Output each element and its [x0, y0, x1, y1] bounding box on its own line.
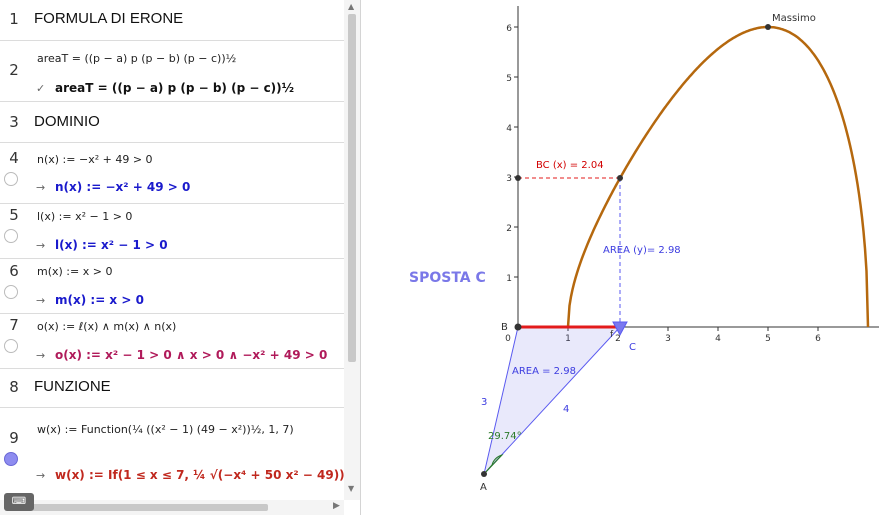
arrow-icon: → [36, 349, 46, 362]
definition-areaT[interactable]: areaT = ((p − a) p (p − b) (p − c))½ [37, 52, 236, 65]
visibility-toggle[interactable] [4, 285, 18, 299]
triangle-ABC[interactable] [483, 326, 622, 476]
side-b-label: 4 [563, 404, 569, 415]
row-number: 2 [9, 61, 19, 79]
result-m: m(x) := x > 0 [55, 293, 144, 307]
row-number: 7 [9, 316, 19, 334]
x-tick-label: 3 [665, 334, 671, 344]
vertical-scrollbar[interactable]: ▲ ▼ [344, 0, 360, 500]
arrow-icon: → [36, 469, 46, 482]
visibility-toggle[interactable] [4, 452, 18, 466]
text-formula-di-erone[interactable]: FORMULA DI ERONE [34, 10, 183, 27]
definition-w[interactable]: w(x) := Function(¼ ((x² − 1) (49 − x²))½… [37, 423, 294, 436]
algebra-row-1[interactable]: 1 FORMULA DI ERONE [0, 0, 344, 41]
scroll-down-icon[interactable]: ▼ [348, 484, 354, 493]
algebra-row-8[interactable]: 8 FUNZIONE [0, 369, 344, 408]
result-n: n(x) := −x² + 49 > 0 [55, 180, 191, 194]
point-B-label: B [501, 322, 508, 333]
algebra-row-7[interactable]: 7 o(x) := ℓ(x) ∧ m(x) ∧ n(x) → o(x) := x… [0, 314, 344, 369]
scroll-thumb[interactable] [348, 14, 356, 362]
origin-label: 0 [505, 334, 511, 344]
scroll-thumb-horizontal[interactable] [32, 504, 268, 511]
x-tick-label: 5 [765, 334, 771, 344]
x-tick-label: 6 [815, 334, 821, 344]
scroll-up-icon[interactable]: ▲ [348, 2, 354, 11]
algebra-row-9[interactable]: 9 w(x) := Function(¼ ((x² − 1) (49 − x²)… [0, 408, 345, 500]
point-y-axis[interactable] [515, 175, 521, 181]
algebra-row-3[interactable]: 3 DOMINIO [0, 102, 344, 143]
result-o: o(x) := x² − 1 > 0 ∧ x > 0 ∧ −x² + 49 > … [55, 348, 328, 362]
graphics-canvas[interactable]: 1 2 3 4 5 6 0 1 2 3 4 5 6 29.74 [361, 0, 879, 515]
text-dominio[interactable]: DOMINIO [34, 113, 100, 130]
horizontal-scrollbar[interactable]: ◀ ▶ [0, 500, 344, 515]
definition-l[interactable]: l(x) := x² − 1 > 0 [37, 210, 132, 223]
algebra-row-4[interactable]: 4 n(x) := −x² + 49 > 0 → n(x) := −x² + 4… [0, 143, 344, 204]
point-A[interactable] [481, 471, 487, 477]
side-a-label: 3 [481, 397, 487, 408]
x-tick-label: 4 [715, 334, 721, 344]
arrow-icon: → [36, 181, 46, 194]
result-areaT: areaT = ((p − a) p (p − b) (p − c))½ [55, 81, 295, 95]
text-funzione[interactable]: FUNZIONE [34, 378, 111, 395]
row-number: 9 [9, 429, 19, 447]
y-tick-label: 5 [506, 74, 512, 84]
scroll-right-icon[interactable]: ▶ [333, 501, 340, 511]
algebra-row-6[interactable]: 6 m(x) := x > 0 → m(x) := x > 0 [0, 259, 344, 314]
area-label: AREA = 2.98 [512, 366, 576, 377]
point-on-curve[interactable] [617, 175, 623, 181]
visibility-toggle[interactable] [4, 172, 18, 186]
definition-m[interactable]: m(x) := x > 0 [37, 265, 112, 278]
row-number: 3 [9, 113, 19, 131]
result-l: l(x) := x² − 1 > 0 [55, 238, 168, 252]
algebra-view: 1 FORMULA DI ERONE 2 areaT = ((p − a) p … [0, 0, 361, 515]
row-number: 6 [9, 262, 19, 280]
area-y-label: AREA (y)= 2.98 [603, 245, 681, 256]
row-number: 4 [9, 149, 19, 167]
point-C-label: C [629, 342, 636, 353]
y-tick-label: 3 [506, 174, 512, 184]
graphics-view[interactable]: 1 2 3 4 5 6 0 1 2 3 4 5 6 29.74 [361, 0, 879, 515]
row-number: 1 [9, 10, 19, 28]
y-tick-label: 2 [506, 224, 512, 234]
bc-label: BC (x) = 2.04 [536, 160, 604, 171]
row-number: 8 [9, 378, 19, 396]
y-tick-label: 4 [506, 124, 512, 134]
arrow-icon: → [36, 239, 46, 252]
algebra-row-5[interactable]: 5 l(x) := x² − 1 > 0 → l(x) := x² − 1 > … [0, 204, 344, 259]
keyboard-icon[interactable]: ⌨ [4, 493, 34, 511]
angle-label: 29.74° [488, 431, 522, 442]
sposta-c-button[interactable]: SPOSTA C [409, 270, 486, 286]
y-tick-labels: 1 2 3 4 5 6 [506, 24, 512, 284]
point-massimo[interactable] [765, 24, 771, 30]
arrow-icon: → [36, 294, 46, 307]
function-curve-w[interactable] [566, 25, 870, 328]
point-B[interactable] [514, 323, 522, 331]
massimo-label: Massimo [772, 13, 816, 24]
y-ticks [514, 26, 518, 278]
result-w: w(x) := If(1 ≤ x ≤ 7, ¼ √(−x⁴ + 50 x² − … [55, 468, 345, 482]
y-tick-label: 6 [506, 24, 512, 34]
point-A-label: A [480, 482, 487, 493]
visibility-toggle[interactable] [4, 339, 18, 353]
row-number: 5 [9, 206, 19, 224]
definition-n[interactable]: n(x) := −x² + 49 > 0 [37, 153, 153, 166]
y-tick-label: 1 [506, 274, 512, 284]
algebra-row-2[interactable]: 2 areaT = ((p − a) p (p − b) (p − c))½ ✓… [0, 41, 344, 102]
visibility-toggle[interactable] [4, 229, 18, 243]
definition-o[interactable]: o(x) := ℓ(x) ∧ m(x) ∧ n(x) [37, 320, 176, 333]
check-icon: ✓ [36, 82, 46, 95]
